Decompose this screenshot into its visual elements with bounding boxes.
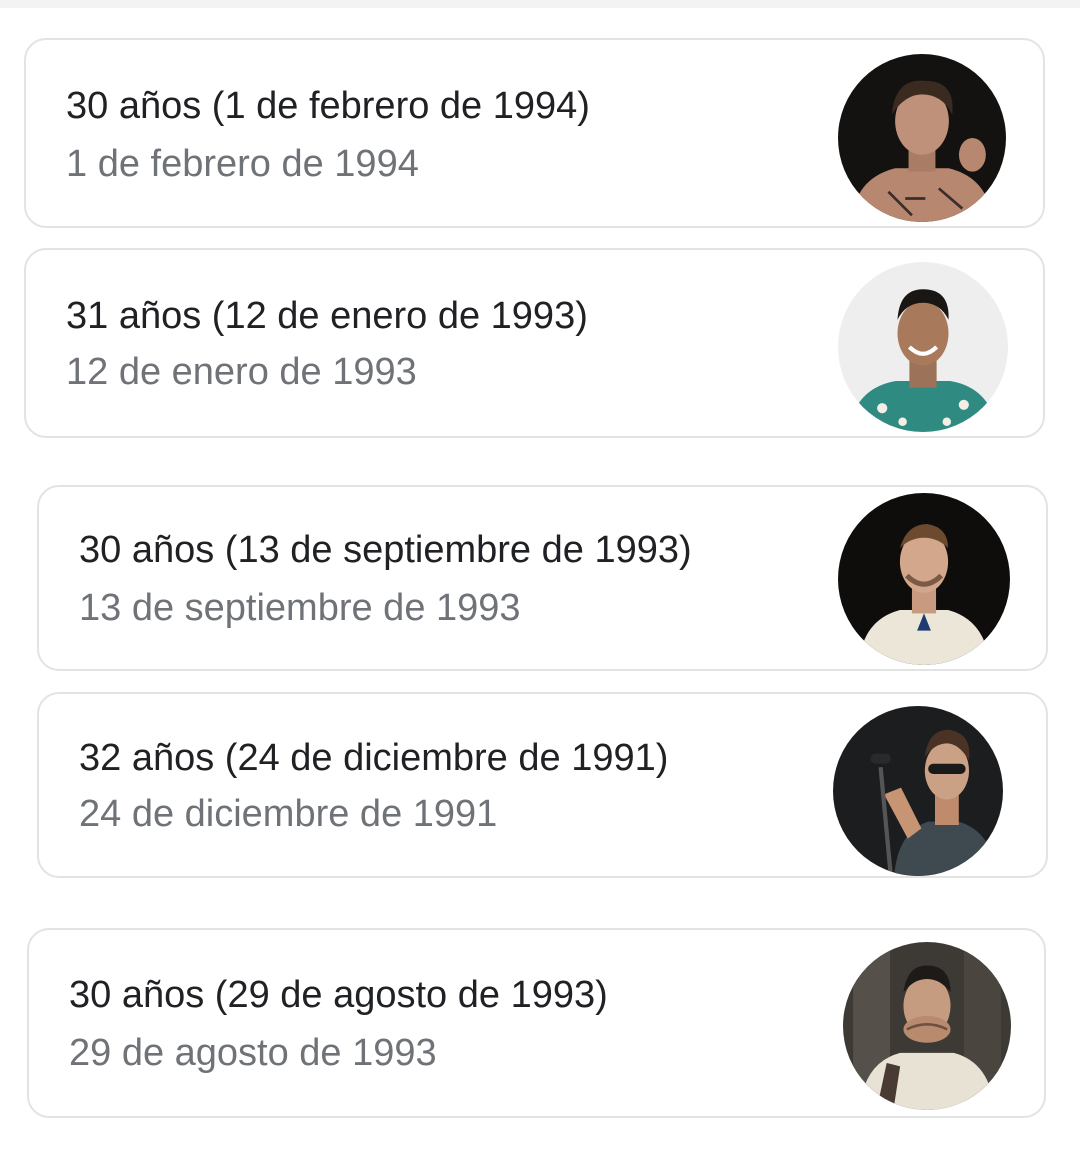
result-card[interactable]: 32 años (24 de diciembre de 1991) 24 de … xyxy=(37,692,1048,878)
top-divider xyxy=(0,0,1080,8)
result-card[interactable]: 30 años (29 de agosto de 1993) 29 de ago… xyxy=(27,928,1046,1118)
age-text: 30 años (13 de septiembre de 1993) xyxy=(79,529,692,571)
person-avatar xyxy=(838,54,1006,222)
result-card[interactable]: 31 años (12 de enero de 1993) 12 de ener… xyxy=(24,248,1045,438)
birth-date-text: 1 de febrero de 1994 xyxy=(66,143,419,185)
birth-date-text: 24 de diciembre de 1991 xyxy=(79,793,498,835)
person-avatar xyxy=(843,942,1011,1110)
birth-date-text: 13 de septiembre de 1993 xyxy=(79,587,521,629)
age-text: 30 años (1 de febrero de 1994) xyxy=(66,85,590,127)
person-avatar xyxy=(838,493,1010,665)
person-avatar xyxy=(833,706,1003,876)
person-avatar xyxy=(838,262,1008,432)
result-card[interactable]: 30 años (1 de febrero de 1994) 1 de febr… xyxy=(24,38,1045,228)
age-text: 31 años (12 de enero de 1993) xyxy=(66,295,588,337)
birth-date-text: 12 de enero de 1993 xyxy=(66,351,417,393)
age-text: 32 años (24 de diciembre de 1991) xyxy=(79,737,669,779)
age-text: 30 años (29 de agosto de 1993) xyxy=(69,974,608,1016)
result-card[interactable]: 30 años (13 de septiembre de 1993) 13 de… xyxy=(37,485,1048,671)
birth-date-text: 29 de agosto de 1993 xyxy=(69,1032,437,1074)
